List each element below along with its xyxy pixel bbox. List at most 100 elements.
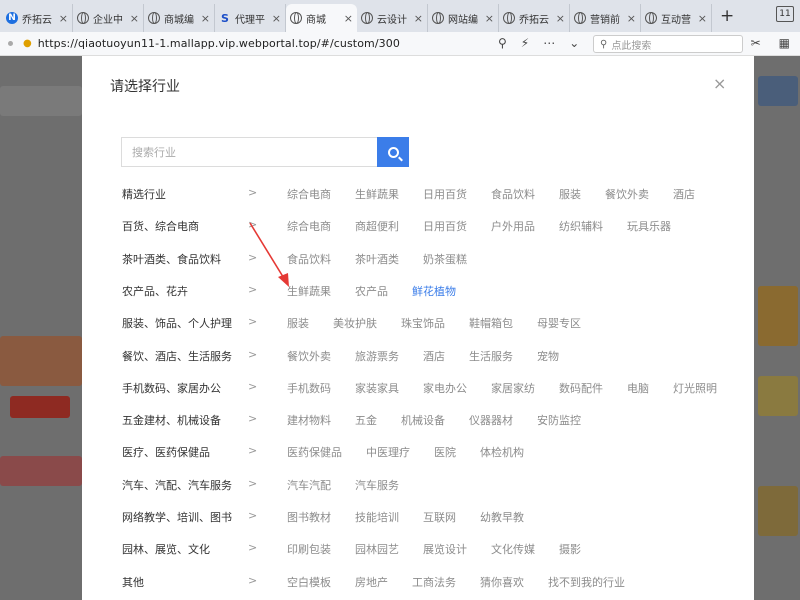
industry-category[interactable]: 餐饮、酒店、生活服务 xyxy=(122,348,232,364)
industry-subcategory[interactable]: 幼教早教 xyxy=(480,509,524,525)
industry-subcategory[interactable]: 图书教材 xyxy=(287,509,331,525)
industry-subcategory[interactable]: 印刷包装 xyxy=(287,541,331,557)
industry-subcategory[interactable]: 灯光照明 xyxy=(673,380,717,396)
industry-category[interactable]: 其他 xyxy=(122,574,144,590)
industry-category[interactable]: 百货、综合电商 xyxy=(122,218,199,234)
zoom-icon[interactable]: ⚲ xyxy=(498,36,507,50)
browser-tab[interactable]: N 乔拓云 × xyxy=(2,4,73,32)
grid-icon[interactable]: ▦ xyxy=(779,36,790,50)
industry-subcategory[interactable]: 生鲜蔬果 xyxy=(287,283,331,299)
industry-subcategory[interactable]: 鞋帽箱包 xyxy=(469,315,513,331)
industry-subcategory[interactable]: 餐饮外卖 xyxy=(605,186,649,202)
industry-subcategory[interactable]: 摄影 xyxy=(559,541,581,557)
industry-subcategory[interactable]: 互联网 xyxy=(423,509,456,525)
industry-subcategory[interactable]: 奶茶蛋糕 xyxy=(423,251,467,267)
industry-search-input[interactable]: 搜索行业 xyxy=(121,137,377,167)
chevron-down-icon[interactable]: ⌄ xyxy=(569,36,579,50)
industry-category[interactable]: 手机数码、家居办公 xyxy=(122,380,221,396)
industry-subcategory[interactable]: 餐饮外卖 xyxy=(287,348,331,364)
industry-subcategory[interactable]: 中医理疗 xyxy=(366,444,410,460)
industry-subcategory[interactable]: 服装 xyxy=(287,315,309,331)
industry-subcategory[interactable]: 食品饮料 xyxy=(491,186,535,202)
close-icon[interactable]: × xyxy=(59,12,68,25)
industry-subcategory[interactable]: 家电办公 xyxy=(423,380,467,396)
industry-subcategory[interactable]: 家居家纺 xyxy=(491,380,535,396)
industry-subcategory[interactable]: 手机数码 xyxy=(287,380,331,396)
industry-category[interactable]: 汽车、汽配、汽车服务 xyxy=(122,477,232,493)
close-icon[interactable]: × xyxy=(344,12,353,25)
industry-subcategory[interactable]: 酒店 xyxy=(673,186,695,202)
industry-subcategory[interactable]: 生鲜蔬果 xyxy=(355,186,399,202)
close-icon[interactable]: × xyxy=(414,12,423,25)
browser-tab[interactable]: 互动营 × xyxy=(641,4,712,32)
close-icon[interactable]: × xyxy=(627,12,636,25)
industry-subcategory[interactable]: 园林园艺 xyxy=(355,541,399,557)
browser-tab[interactable]: 营销前 × xyxy=(570,4,641,32)
scissors-icon[interactable]: ✂ xyxy=(751,36,761,50)
browser-search-input[interactable]: ⚲ 点此搜索 xyxy=(593,35,743,53)
industry-category[interactable]: 五金建材、机械设备 xyxy=(122,412,221,428)
industry-subcategory[interactable]: 医药保健品 xyxy=(287,444,342,460)
close-icon[interactable]: × xyxy=(201,12,210,25)
industry-search-button[interactable] xyxy=(377,137,409,167)
industry-category[interactable]: 园林、展览、文化 xyxy=(122,541,210,557)
industry-category[interactable]: 网络教学、培训、图书 xyxy=(122,509,232,525)
industry-subcategory[interactable]: 玩具乐器 xyxy=(627,218,671,234)
industry-subcategory[interactable]: 汽车汽配 xyxy=(287,477,331,493)
industry-subcategory[interactable]: 工商法务 xyxy=(412,574,456,590)
industry-subcategory[interactable]: 数码配件 xyxy=(559,380,603,396)
industry-category[interactable]: 精选行业 xyxy=(122,186,166,202)
close-icon[interactable]: × xyxy=(485,12,494,25)
industry-subcategory[interactable]: 日用百货 xyxy=(423,186,467,202)
industry-subcategory[interactable]: 食品饮料 xyxy=(287,251,331,267)
industry-category[interactable]: 医疗、医药保健品 xyxy=(122,444,210,460)
new-tab-button[interactable]: + xyxy=(720,6,734,26)
industry-subcategory[interactable]: 服装 xyxy=(559,186,581,202)
close-icon[interactable]: × xyxy=(698,12,707,25)
industry-subcategory[interactable]: 家装家具 xyxy=(355,380,399,396)
industry-subcategory[interactable]: 找不到我的行业 xyxy=(548,574,625,590)
industry-subcategory[interactable]: 医院 xyxy=(434,444,456,460)
industry-subcategory[interactable]: 五金 xyxy=(355,412,377,428)
industry-subcategory[interactable]: 宠物 xyxy=(537,348,559,364)
industry-subcategory[interactable]: 安防监控 xyxy=(537,412,581,428)
industry-subcategory[interactable]: 建材物料 xyxy=(287,412,331,428)
industry-subcategory[interactable]: 纺织辅料 xyxy=(559,218,603,234)
browser-tab[interactable]: 商城 × xyxy=(286,4,357,32)
close-icon[interactable]: × xyxy=(130,12,139,25)
industry-subcategory[interactable]: 日用百货 xyxy=(423,218,467,234)
industry-subcategory[interactable]: 房地产 xyxy=(355,574,388,590)
industry-subcategory[interactable]: 汽车服务 xyxy=(355,477,399,493)
industry-subcategory[interactable]: 鲜花植物 xyxy=(412,283,456,299)
close-icon[interactable]: × xyxy=(713,74,726,93)
industry-subcategory[interactable]: 美妆护肤 xyxy=(333,315,377,331)
browser-tab[interactable]: 乔拓云 × xyxy=(499,4,570,32)
industry-subcategory[interactable]: 猜你喜欢 xyxy=(480,574,524,590)
industry-subcategory[interactable]: 酒店 xyxy=(423,348,445,364)
url-field[interactable]: https://qiaotuoyun11-1.mallapp.vip.webpo… xyxy=(38,37,400,50)
industry-subcategory[interactable]: 综合电商 xyxy=(287,218,331,234)
close-icon[interactable]: × xyxy=(272,12,281,25)
industry-subcategory[interactable]: 机械设备 xyxy=(401,412,445,428)
industry-category[interactable]: 服装、饰品、个人护理 xyxy=(122,315,232,331)
industry-subcategory[interactable]: 母婴专区 xyxy=(537,315,581,331)
industry-subcategory[interactable]: 农产品 xyxy=(355,283,388,299)
browser-tab[interactable]: 商城编 × xyxy=(144,4,215,32)
window-count-badge[interactable]: 11 xyxy=(776,6,794,22)
industry-subcategory[interactable]: 文化传媒 xyxy=(491,541,535,557)
lock-icon[interactable]: ● xyxy=(23,38,32,49)
browser-tab[interactable]: 企业中 × xyxy=(73,4,144,32)
industry-category[interactable]: 茶叶酒类、食品饮料 xyxy=(122,251,221,267)
industry-subcategory[interactable]: 空白模板 xyxy=(287,574,331,590)
industry-subcategory[interactable]: 展览设计 xyxy=(423,541,467,557)
industry-subcategory[interactable]: 综合电商 xyxy=(287,186,331,202)
industry-subcategory[interactable]: 旅游票务 xyxy=(355,348,399,364)
industry-subcategory[interactable]: 珠宝饰品 xyxy=(401,315,445,331)
browser-tab[interactable]: 云设计 × xyxy=(357,4,428,32)
industry-subcategory[interactable]: 户外用品 xyxy=(491,218,535,234)
industry-category[interactable]: 农产品、花卉 xyxy=(122,283,188,299)
close-icon[interactable]: × xyxy=(556,12,565,25)
industry-subcategory[interactable]: 技能培训 xyxy=(355,509,399,525)
more-icon[interactable]: ⋯ xyxy=(543,36,555,50)
industry-subcategory[interactable]: 电脑 xyxy=(627,380,649,396)
